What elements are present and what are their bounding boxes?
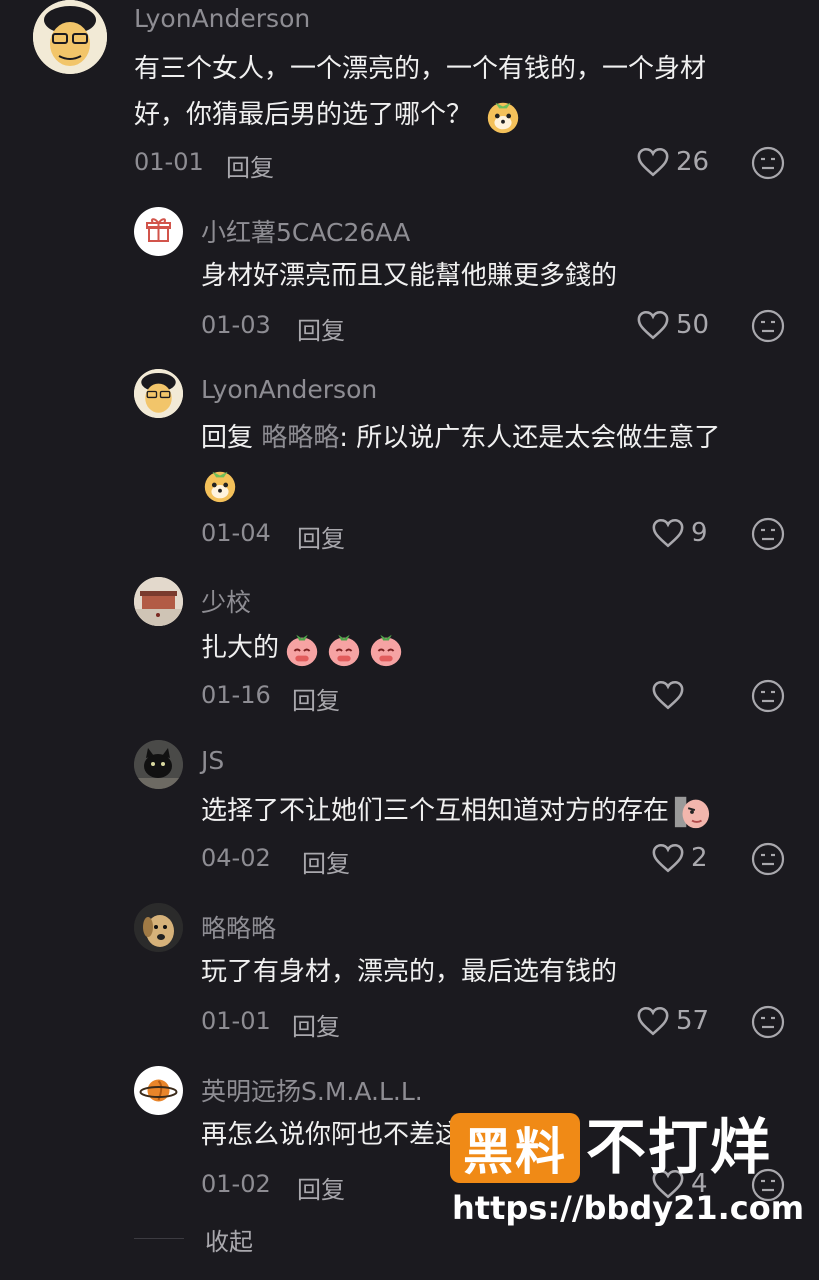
reply-text: : 所以说广东人还是太会做生意了 — [339, 423, 721, 453]
dislike-face-icon[interactable] — [750, 516, 786, 552]
like-button[interactable]: 26 — [636, 146, 709, 178]
avatar[interactable] — [134, 740, 183, 789]
like-count: 2 — [691, 843, 708, 873]
watermark-box: 黑料 — [450, 1113, 580, 1183]
username[interactable]: LyonAnderson — [134, 4, 310, 33]
dislike-face-icon[interactable] — [750, 678, 786, 714]
cat-avatar-icon — [134, 740, 183, 789]
planet-icon — [139, 1079, 178, 1102]
comment-text-line2: 好，你猜最后男的选了哪个？ — [134, 92, 522, 138]
collapse-button[interactable]: 收起 — [205, 1222, 253, 1257]
reply-date: 01-02 — [201, 1170, 271, 1198]
reply-text-line1: 回复 略略略: 所以说广东人还是太会做生意了 — [201, 415, 720, 461]
peeking-face-emoji — [674, 796, 710, 828]
reply-button[interactable]: 回复 — [297, 311, 345, 346]
heart-icon — [652, 518, 684, 548]
username[interactable]: 略略略 — [201, 909, 276, 945]
dislike-face-icon[interactable] — [750, 1004, 786, 1040]
reply-text-line: 扎大的 — [201, 625, 405, 671]
photo-avatar-icon — [134, 577, 183, 626]
comment-text-line1: 有三个女人，一个漂亮的，一个有钱的，一个身材 — [134, 54, 707, 84]
like-button[interactable] — [651, 679, 691, 711]
reply-button[interactable]: 回复 — [302, 844, 350, 879]
mention-link[interactable]: 略略略 — [261, 423, 339, 453]
username[interactable]: 少校 — [201, 583, 251, 619]
username[interactable]: 英明远扬S.M.A.L.L. — [201, 1072, 423, 1108]
avatar[interactable] — [134, 369, 183, 418]
reply-date: 04-02 — [201, 844, 271, 872]
dislike-face-icon[interactable] — [750, 308, 786, 344]
avatar[interactable] — [134, 1066, 183, 1115]
reply-button[interactable]: 回复 — [292, 681, 340, 716]
username[interactable]: JS — [201, 746, 224, 775]
like-button[interactable]: 9 — [651, 517, 708, 549]
pleading-face-emoji — [286, 634, 318, 666]
pleading-face-emoji — [328, 634, 360, 666]
reply-button[interactable]: 回复 — [297, 519, 345, 554]
reply-text-line: 选择了不让她们三个互相知道对方的存在 — [201, 788, 711, 834]
reply-date: 01-04 — [201, 519, 271, 547]
reply-prefix: 回复 — [201, 423, 262, 453]
reply-date: 01-16 — [201, 681, 271, 709]
like-button[interactable]: 57 — [636, 1005, 709, 1037]
heart-icon — [637, 310, 669, 340]
reply-text: 选择了不让她们三个互相知道对方的存在 — [201, 796, 670, 826]
like-count: 57 — [676, 1006, 710, 1036]
watermark: 黑料 不打烊 https://bbdy21.com — [450, 1113, 804, 1233]
avatar[interactable] — [134, 207, 183, 256]
heart-icon — [637, 1006, 669, 1036]
dislike-face-icon[interactable] — [750, 841, 786, 877]
reply-date: 01-01 — [201, 1007, 271, 1035]
avatar[interactable] — [134, 577, 183, 626]
reply-date: 01-03 — [201, 311, 271, 339]
like-count: 9 — [691, 518, 708, 548]
username[interactable]: LyonAnderson — [201, 375, 377, 404]
heart-icon — [637, 147, 669, 177]
like-button[interactable]: 50 — [636, 309, 709, 341]
like-button[interactable]: 2 — [651, 842, 708, 874]
watermark-title: 不打烊 — [586, 1113, 772, 1183]
reply-button[interactable]: 回复 — [292, 1007, 340, 1042]
username[interactable]: 小红薯5CAC26AA — [201, 213, 410, 249]
comment-date: 01-01 — [134, 148, 204, 176]
reply-text: 玩了有身材，漂亮的，最后选有钱的 — [201, 957, 618, 987]
dog-face-emoji — [204, 471, 236, 502]
comment-text: 好，你猜最后男的选了哪个？ — [134, 100, 473, 130]
reply-button[interactable]: 回复 — [226, 148, 274, 183]
heart-icon — [652, 680, 684, 710]
watermark-url: https://bbdy21.com — [452, 1189, 805, 1227]
cartoon-face-icon — [134, 369, 183, 418]
like-count: 50 — [676, 310, 710, 340]
collapse-divider — [134, 1238, 184, 1239]
dog-avatar-icon — [134, 903, 183, 952]
cartoon-face-icon — [33, 0, 107, 74]
reply-text: 身材好漂亮而且又能幫他賺更多錢的 — [201, 261, 618, 291]
avatar[interactable] — [134, 903, 183, 952]
heart-icon — [652, 843, 684, 873]
dog-face-emoji — [488, 102, 519, 133]
dislike-face-icon[interactable] — [750, 145, 786, 181]
reply-button[interactable]: 回复 — [297, 1170, 345, 1205]
avatar[interactable] — [33, 0, 107, 74]
pleading-face-emoji — [370, 634, 402, 666]
reply-text-line2 — [197, 461, 239, 507]
reply-text: 扎大的 — [201, 633, 280, 663]
gift-icon — [146, 218, 171, 242]
like-count: 26 — [676, 147, 710, 177]
